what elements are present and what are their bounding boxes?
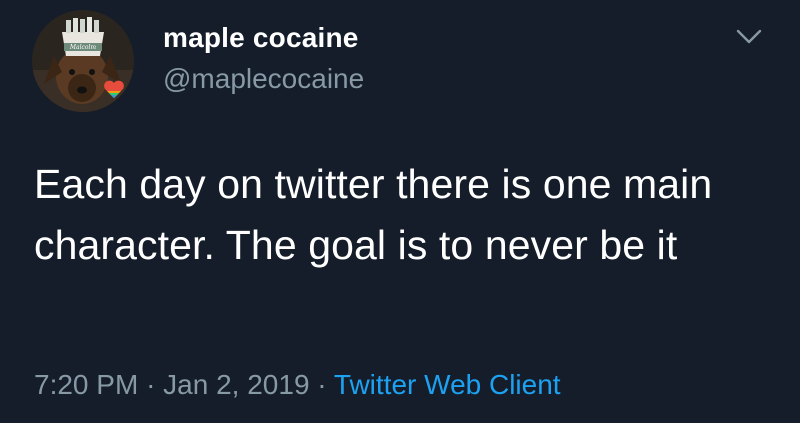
tweet-time[interactable]: 7:20 PM bbox=[34, 369, 138, 400]
tweet-meta: 7:20 PM · Jan 2, 2019 · Twitter Web Clie… bbox=[34, 369, 561, 401]
author-handle[interactable]: @maplecocaine bbox=[163, 63, 364, 95]
meta-separator: · bbox=[317, 369, 327, 400]
author-display-name[interactable]: maple cocaine bbox=[163, 22, 359, 54]
avatar-hat-label: Malcolm bbox=[69, 44, 97, 51]
meta-separator: · bbox=[146, 369, 156, 400]
tweet-date[interactable]: Jan 2, 2019 bbox=[163, 369, 309, 400]
avatar[interactable]: Malcolm bbox=[32, 10, 134, 112]
tweet-card: Malcolm maple cocaine @maplecocaine Each… bbox=[0, 0, 800, 423]
tweet-source-link[interactable]: Twitter Web Client bbox=[334, 369, 561, 400]
tweet-text: Each day on twitter there is one main ch… bbox=[34, 161, 713, 268]
chevron-down-icon[interactable] bbox=[736, 28, 762, 46]
dog-avatar-icon: Malcolm bbox=[32, 10, 134, 112]
